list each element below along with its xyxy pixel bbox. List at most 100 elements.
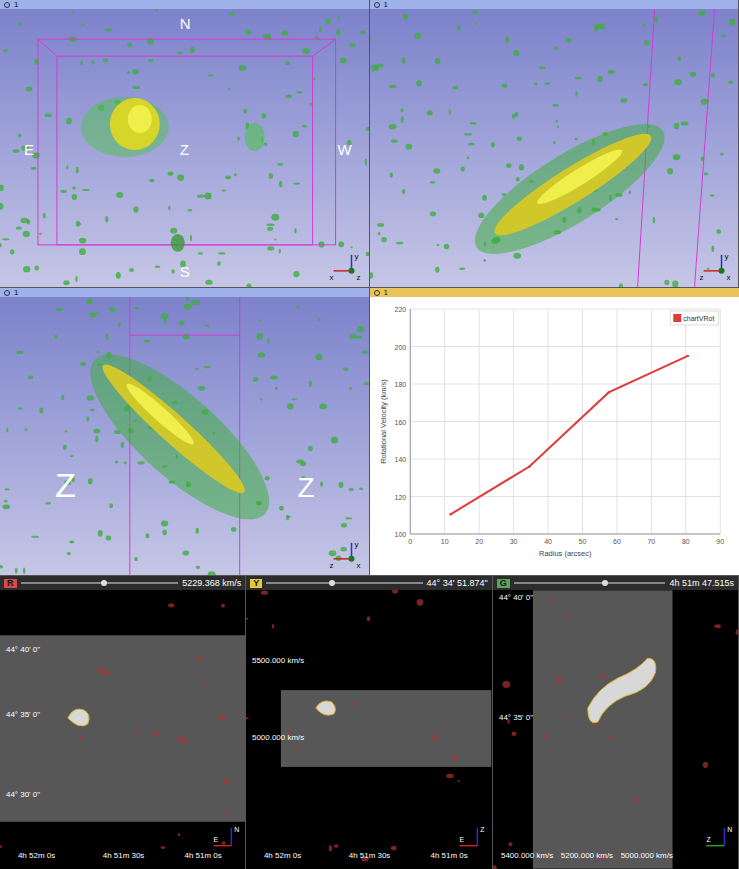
volume-rendering[interactable]: Z Zyzx (0, 297, 369, 575)
svg-text:z: z (699, 273, 703, 282)
svg-text:4h 51m 30s: 4h 51m 30s (349, 851, 391, 860)
svg-text:N: N (234, 826, 239, 833)
svg-text:50: 50 (578, 538, 586, 545)
view-3d[interactable]: 1 Z Zyzx (0, 288, 370, 576)
orientation-axes: NE (213, 826, 239, 846)
svg-text:4h 51m 30s: 4h 51m 30s (103, 851, 145, 860)
series-point (607, 391, 609, 393)
slice-image[interactable]: 44° 40' 0" 44° 35' 0" 5400.000 km/s 5200.00… (493, 590, 738, 869)
noise-dots (0, 9, 369, 287)
svg-text:chartVRot: chartVRot (683, 315, 714, 322)
view-header: 1 (370, 288, 739, 297)
pin-icon[interactable] (4, 290, 10, 296)
svg-text:5500.000 km/s: 5500.000 km/s (252, 656, 304, 665)
svg-text:z: z (357, 273, 361, 282)
chart-legend: chartVRot (670, 311, 718, 325)
slice-letter: G (497, 579, 510, 588)
svg-text:200: 200 (394, 344, 406, 351)
pin-icon[interactable] (374, 2, 380, 8)
svg-text:70: 70 (647, 538, 655, 545)
svg-text:Z: Z (180, 141, 189, 158)
orientation-axes: y z x (699, 252, 730, 282)
svg-text:E: E (213, 836, 218, 843)
svg-text:Z: Z (706, 836, 711, 843)
svg-text:Z: Z (298, 472, 315, 503)
series-point (686, 355, 688, 357)
svg-text:W: W (338, 141, 353, 158)
slice-view[interactable]: Y44° 34' 51.874" 5500.000 km/s 5000.000 km… (246, 576, 492, 869)
volume-rendering[interactable]: y z x (370, 9, 739, 287)
slice-image[interactable]: 5500.000 km/s 5000.000 km/s 4h 52m 0s 4h 51… (246, 590, 491, 869)
slice-header: Y44° 34' 51.874" (246, 576, 491, 590)
noise-dots (370, 11, 736, 287)
svg-text:44° 35' 0": 44° 35' 0" (6, 710, 40, 719)
svg-text:Z: Z (55, 466, 76, 504)
noise-dots (0, 297, 369, 575)
svg-text:60: 60 (613, 538, 621, 545)
svg-text:40: 40 (544, 538, 552, 545)
svg-text:4h 51m 0s: 4h 51m 0s (431, 851, 468, 860)
svg-text:4h 52m 0s: 4h 52m 0s (18, 851, 55, 860)
orientation-axes: y x z (330, 252, 361, 282)
orientation-axes: yzx (330, 540, 361, 570)
svg-text:4h 52m 0s: 4h 52m 0s (264, 851, 301, 860)
slice-image[interactable]: 44° 40' 0" 44° 35' 0" 44° 30' 0" 4h 52m 0s 4… (0, 590, 245, 869)
slice-slider[interactable] (21, 580, 179, 586)
pin-icon[interactable] (374, 290, 380, 296)
series-point (528, 465, 530, 467)
view-label: 1 (384, 1, 388, 9)
svg-text:x: x (357, 561, 361, 570)
view-header: 1 (0, 288, 369, 297)
source-outline (587, 658, 655, 723)
view-3d[interactable]: 1NEWSZyxz (0, 0, 370, 288)
svg-text:44° 40' 0": 44° 40' 0" (6, 645, 40, 654)
pin-icon[interactable] (4, 2, 10, 8)
view-header: 1 (370, 0, 739, 9)
svg-text:44° 40' 0": 44° 40' 0" (499, 593, 533, 602)
svg-text:90: 90 (716, 538, 724, 545)
svg-text:220: 220 (394, 306, 406, 313)
view-label: 1 (14, 289, 18, 297)
orientation-axes: NZ (706, 826, 732, 846)
slice-value: 44° 34' 51.874" (427, 579, 488, 588)
svg-text:5400.000 km/s: 5400.000 km/s (501, 851, 553, 860)
svg-text:0: 0 (408, 538, 412, 545)
svg-text:S: S (180, 263, 190, 280)
svg-text:4h 51m 0s: 4h 51m 0s (184, 851, 221, 860)
svg-text:44° 35' 0": 44° 35' 0" (499, 713, 533, 722)
slice-slider[interactable] (266, 580, 422, 586)
svg-text:120: 120 (394, 494, 406, 501)
svg-text:5200.000 km/s: 5200.000 km/s (560, 851, 612, 860)
svg-text:5000.000 km/s: 5000.000 km/s (252, 733, 304, 742)
view-label: 1 (14, 1, 18, 9)
orientation-axes: ZE (460, 826, 486, 846)
slice-value: 5229.368 km/s (182, 579, 241, 588)
view-label: 1 (384, 289, 388, 297)
svg-text:180: 180 (394, 381, 406, 388)
svg-text:160: 160 (394, 419, 406, 426)
chart-view[interactable]: 1100120140160180200220010203040506070809… (370, 288, 739, 576)
series-point (449, 513, 451, 515)
volume-rendering[interactable]: NEWSZyxz (0, 9, 369, 287)
rotation-curve-chart[interactable]: 1001201401601802002200102030405060708090… (370, 297, 739, 575)
svg-text:y: y (724, 252, 728, 261)
view-3d[interactable]: 1 y z x (370, 0, 739, 288)
svg-text:100: 100 (394, 531, 406, 538)
slice-header: R5229.368 km/s (0, 576, 245, 590)
svg-text:x: x (726, 273, 730, 282)
view-header: 1 (0, 0, 369, 9)
svg-text:E: E (24, 141, 34, 158)
svg-text:E: E (460, 836, 465, 843)
source-outline (316, 701, 336, 715)
svg-text:y: y (355, 252, 359, 261)
series-line (450, 356, 687, 514)
slice-slider[interactable] (514, 580, 666, 586)
svg-text:N: N (727, 826, 732, 833)
slice-view[interactable]: R5229.368 km/s 44° 40' 0" 44° 35' 0" 44° 30… (0, 576, 246, 869)
svg-text:20: 20 (475, 538, 483, 545)
source-outline (68, 709, 89, 726)
slice-view[interactable]: G4h 51m 47.515s44° 40' 0"44° 35' 0"5400.… (493, 576, 739, 869)
svg-text:44° 30' 0": 44° 30' 0" (6, 790, 40, 799)
svg-text:x: x (330, 273, 334, 282)
svg-text:80: 80 (681, 538, 689, 545)
